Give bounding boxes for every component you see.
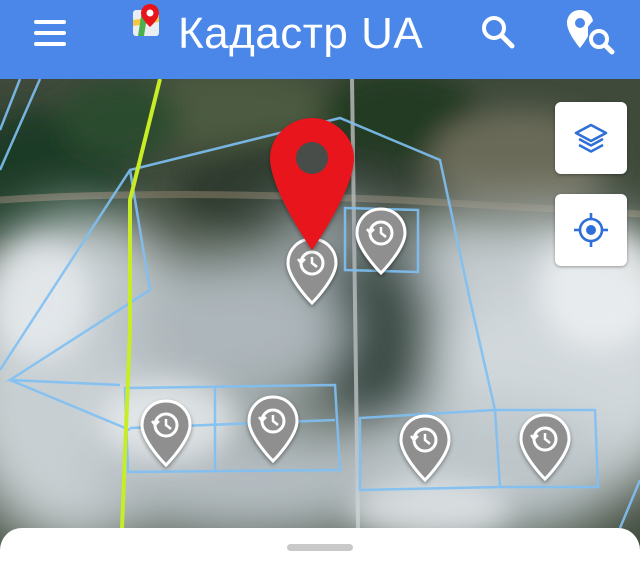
bottom-sheet[interactable]: [0, 528, 640, 579]
drag-handle[interactable]: [287, 544, 353, 551]
app-bar: Кадастр UA: [0, 0, 640, 79]
search-button[interactable]: [476, 10, 520, 54]
layers-icon: [574, 123, 608, 153]
crosshair-icon: [574, 213, 608, 247]
menu-button[interactable]: [26, 18, 74, 48]
map-canvas[interactable]: [0, 79, 640, 579]
my-location-button[interactable]: [555, 194, 627, 266]
find-parcel-button[interactable]: [562, 6, 616, 60]
map-pin-search-icon: [567, 10, 615, 55]
satellite-map[interactable]: [0, 79, 640, 579]
app-title: Кадастр UA: [178, 9, 424, 58]
menu-icon: [34, 20, 66, 24]
layers-button[interactable]: [555, 102, 627, 174]
search-icon: [482, 16, 515, 49]
map-logo-icon: [133, 4, 159, 36]
